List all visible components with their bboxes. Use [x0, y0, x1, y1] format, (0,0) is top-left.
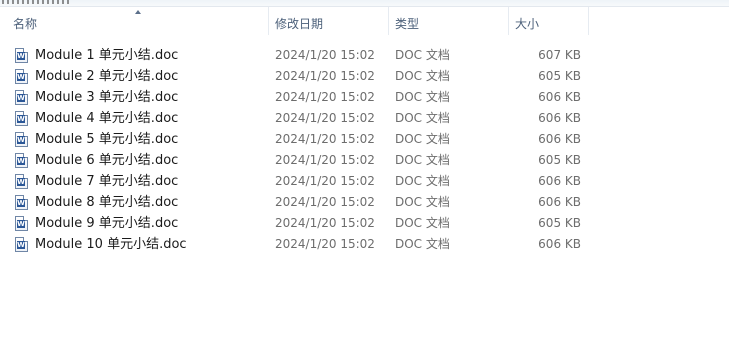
file-type: DOC 文档 [395, 153, 450, 167]
file-name[interactable]: Module 3 单元小结.doc [35, 87, 178, 108]
file-size: 606 KB [538, 237, 581, 251]
file-row[interactable]: W Module 10 单元小结.doc 2024/1/20 15:02 DOC… [0, 234, 600, 255]
column-header-date[interactable]: 修改日期 [269, 7, 389, 35]
file-type: DOC 文档 [395, 69, 450, 83]
file-date: 2024/1/20 15:02 [275, 174, 375, 188]
file-row[interactable]: W Module 3 单元小结.doc 2024/1/20 15:02 DOC … [0, 87, 600, 108]
file-name[interactable]: Module 6 单元小结.doc [35, 150, 178, 171]
file-type: DOC 文档 [395, 132, 450, 146]
word-document-icon: W [15, 237, 28, 252]
word-document-icon: W [15, 111, 28, 126]
file-row[interactable]: W Module 9 单元小结.doc 2024/1/20 15:02 DOC … [0, 213, 600, 234]
file-name[interactable]: Module 5 单元小结.doc [35, 129, 178, 150]
file-date: 2024/1/20 15:02 [275, 132, 375, 146]
file-name[interactable]: Module 8 单元小结.doc [35, 192, 178, 213]
file-date: 2024/1/20 15:02 [275, 237, 375, 251]
file-row[interactable]: W Module 6 单元小结.doc 2024/1/20 15:02 DOC … [0, 150, 600, 171]
file-date: 2024/1/20 15:02 [275, 69, 375, 83]
file-row[interactable]: W Module 1 单元小结.doc 2024/1/20 15:02 DOC … [0, 45, 600, 66]
file-size: 605 KB [538, 153, 581, 167]
file-size: 605 KB [538, 69, 581, 83]
file-row[interactable]: W Module 2 单元小结.doc 2024/1/20 15:02 DOC … [0, 66, 600, 87]
toolbar-edge [0, 0, 729, 7]
file-name[interactable]: Module 7 单元小结.doc [35, 171, 178, 192]
word-document-icon: W [15, 153, 28, 168]
word-document-icon: W [15, 69, 28, 84]
word-document-icon: W [15, 48, 28, 63]
file-type: DOC 文档 [395, 174, 450, 188]
file-type: DOC 文档 [395, 111, 450, 125]
clipped-toolbar-text [2, 0, 70, 4]
file-size: 606 KB [538, 195, 581, 209]
file-size: 606 KB [538, 174, 581, 188]
file-type: DOC 文档 [395, 195, 450, 209]
word-document-icon: W [15, 132, 28, 147]
file-name[interactable]: Module 4 单元小结.doc [35, 108, 178, 129]
file-row[interactable]: W Module 4 单元小结.doc 2024/1/20 15:02 DOC … [0, 108, 600, 129]
word-document-icon: W [15, 90, 28, 105]
word-document-icon: W [15, 174, 28, 189]
column-header-name[interactable]: 名称 [7, 7, 269, 35]
file-type: DOC 文档 [395, 216, 450, 230]
column-header-type[interactable]: 类型 [389, 7, 509, 35]
file-row[interactable]: W Module 8 单元小结.doc 2024/1/20 15:02 DOC … [0, 192, 600, 213]
file-name[interactable]: Module 9 单元小结.doc [35, 213, 178, 234]
file-date: 2024/1/20 15:02 [275, 90, 375, 104]
file-size: 607 KB [538, 48, 581, 62]
file-size: 605 KB [538, 216, 581, 230]
file-row[interactable]: W Module 5 单元小结.doc 2024/1/20 15:02 DOC … [0, 129, 600, 150]
file-type: DOC 文档 [395, 237, 450, 251]
file-date: 2024/1/20 15:02 [275, 111, 375, 125]
file-date: 2024/1/20 15:02 [275, 153, 375, 167]
file-date: 2024/1/20 15:02 [275, 48, 375, 62]
word-document-icon: W [15, 216, 28, 231]
file-date: 2024/1/20 15:02 [275, 195, 375, 209]
file-name[interactable]: Module 1 单元小结.doc [35, 45, 178, 66]
file-size: 606 KB [538, 90, 581, 104]
column-header-size[interactable]: 大小 [509, 7, 589, 35]
file-name[interactable]: Module 2 单元小结.doc [35, 66, 178, 87]
file-date: 2024/1/20 15:02 [275, 216, 375, 230]
file-type: DOC 文档 [395, 48, 450, 62]
file-size: 606 KB [538, 132, 581, 146]
file-size: 606 KB [538, 111, 581, 125]
file-row[interactable]: W Module 7 单元小结.doc 2024/1/20 15:02 DOC … [0, 171, 600, 192]
column-header-bar: 名称 修改日期 类型 大小 [0, 7, 729, 35]
word-document-icon: W [15, 195, 28, 210]
file-name[interactable]: Module 10 单元小结.doc [35, 234, 187, 255]
file-type: DOC 文档 [395, 90, 450, 104]
